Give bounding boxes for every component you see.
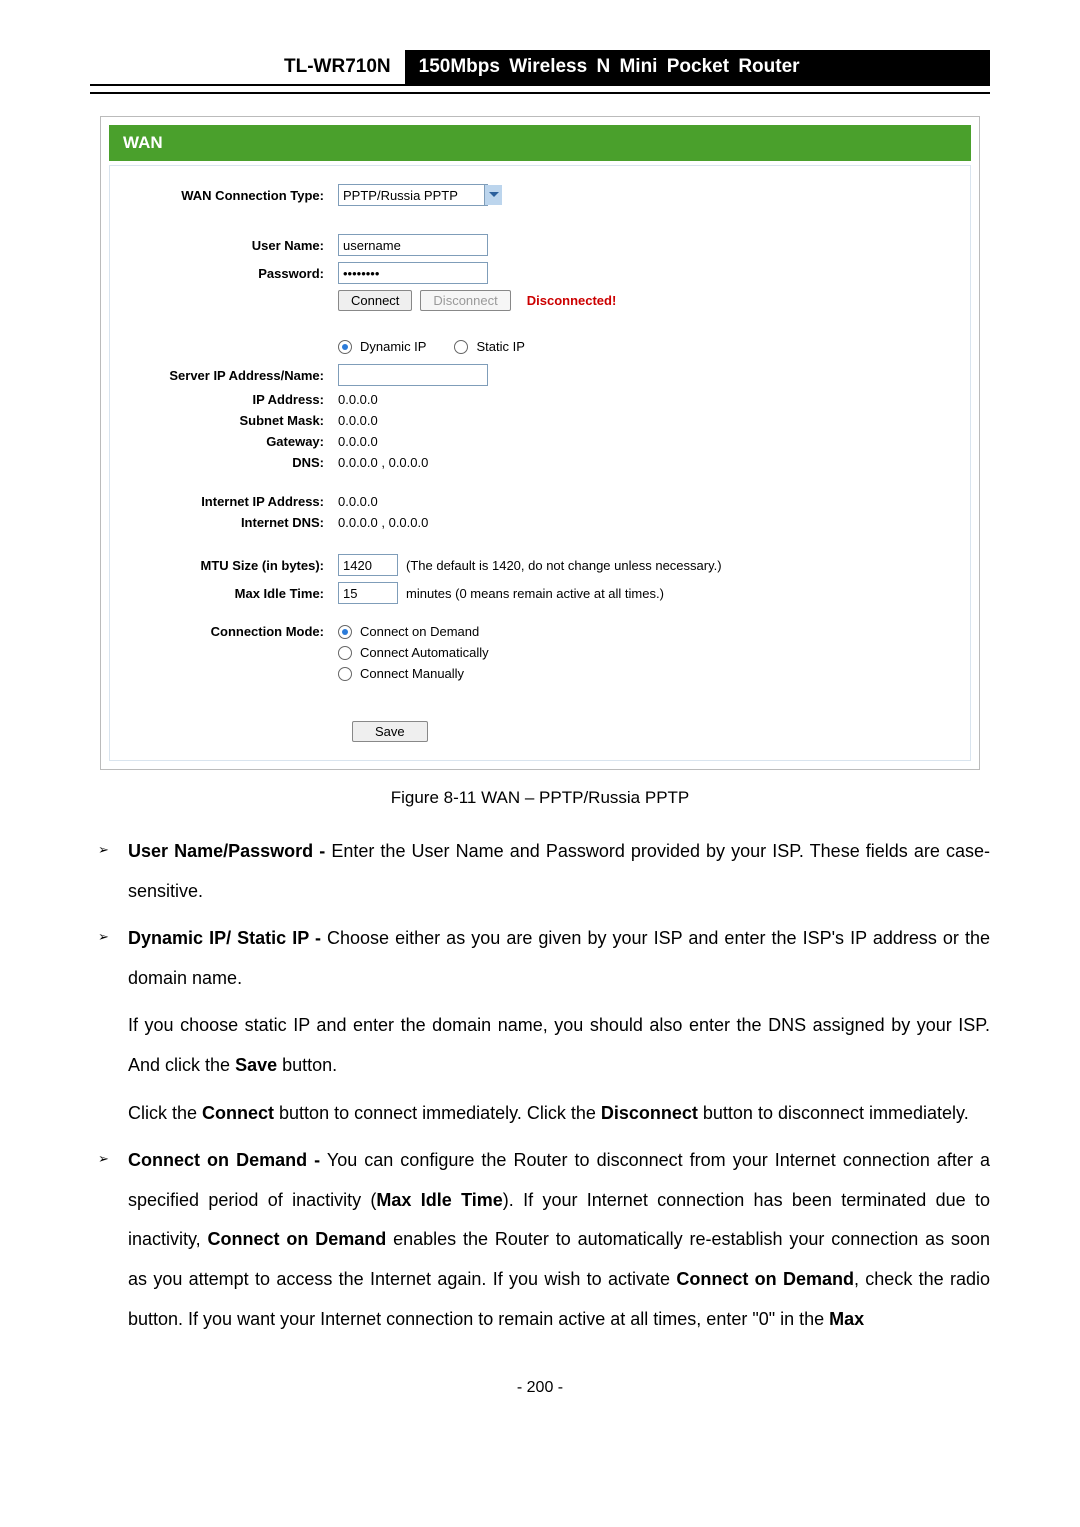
internet-ip-label: Internet IP Address: (128, 494, 338, 509)
doc-header: TL-WR710N 150Mbps Wireless N Mini Pocket… (90, 50, 990, 86)
page-number: - 200 - (90, 1379, 990, 1397)
wan-conn-type-label: WAN Connection Type: (128, 188, 338, 203)
max-idle-input[interactable] (338, 582, 398, 604)
wan-conn-type-select[interactable] (338, 184, 488, 206)
radio-unchecked-icon (338, 667, 352, 681)
radio-unchecked-icon (338, 646, 352, 660)
triangle-bullet-icon: ➢ (90, 919, 128, 998)
server-ip-label: Server IP Address/Name: (128, 368, 338, 383)
conn-demand-radio[interactable]: Connect on Demand (338, 624, 479, 639)
panel-title: WAN (109, 125, 971, 161)
username-input[interactable] (338, 234, 488, 256)
triangle-bullet-icon: ➢ (90, 832, 128, 911)
bullet-dynamic-static: ➢ Dynamic IP/ Static IP - Choose either … (90, 919, 990, 998)
mtu-label: MTU Size (in bytes): (128, 558, 338, 573)
conn-manual-radio[interactable]: Connect Manually (338, 666, 464, 681)
internet-ip-value: 0.0.0.0 (338, 494, 952, 509)
radio-unchecked-icon (454, 340, 468, 354)
subnet-mask-value: 0.0.0.0 (338, 413, 952, 428)
dns-label: DNS: (128, 455, 338, 470)
figure-caption: Figure 8-11 WAN – PPTP/Russia PPTP (90, 788, 990, 808)
bullet-user-pass: ➢ User Name/Password - Enter the User Na… (90, 832, 990, 911)
dns-value: 0.0.0.0 , 0.0.0.0 (338, 455, 952, 470)
ip-address-label: IP Address: (128, 392, 338, 407)
subnet-mask-label: Subnet Mask: (128, 413, 338, 428)
max-idle-note: minutes (0 means remain active at all ti… (406, 586, 664, 601)
internet-dns-value: 0.0.0.0 , 0.0.0.0 (338, 515, 952, 530)
header-underline (90, 92, 990, 94)
ip-address-value: 0.0.0.0 (338, 392, 952, 407)
static-ip-radio[interactable]: Static IP (454, 339, 524, 354)
username-label: User Name: (128, 238, 338, 253)
gateway-value: 0.0.0.0 (338, 434, 952, 449)
gateway-label: Gateway: (128, 434, 338, 449)
radio-checked-icon (338, 340, 352, 354)
conn-auto-radio[interactable]: Connect Automatically (338, 645, 489, 660)
server-ip-input[interactable] (338, 364, 488, 386)
internet-dns-label: Internet DNS: (128, 515, 338, 530)
dynamic-ip-radio[interactable]: Dynamic IP (338, 339, 426, 354)
connection-status: Disconnected! (527, 293, 617, 308)
connect-button[interactable]: Connect (338, 290, 412, 311)
mtu-input[interactable] (338, 554, 398, 576)
conn-mode-label: Connection Mode: (128, 624, 338, 639)
sub-para-connect-disc: Click the Connect button to connect imme… (128, 1094, 990, 1134)
chevron-down-icon[interactable] (484, 185, 502, 205)
password-label: Password: (128, 266, 338, 281)
radio-checked-icon (338, 625, 352, 639)
sub-para-static-dns: If you choose static IP and enter the do… (128, 1006, 990, 1085)
save-button[interactable]: Save (352, 721, 428, 742)
max-idle-label: Max Idle Time: (128, 586, 338, 601)
bullet-connect-demand: ➢ Connect on Demand - You can configure … (90, 1141, 990, 1339)
wan-config-screenshot: WAN WAN Connection Type: User Name: (100, 116, 980, 770)
disconnect-button[interactable]: Disconnect (420, 290, 510, 311)
triangle-bullet-icon: ➢ (90, 1141, 128, 1339)
mtu-note: (The default is 1420, do not change unle… (406, 558, 722, 573)
password-input[interactable] (338, 262, 488, 284)
model-desc: 150Mbps Wireless N Mini Pocket Router (405, 50, 990, 84)
model-label: TL-WR710N (270, 50, 405, 84)
